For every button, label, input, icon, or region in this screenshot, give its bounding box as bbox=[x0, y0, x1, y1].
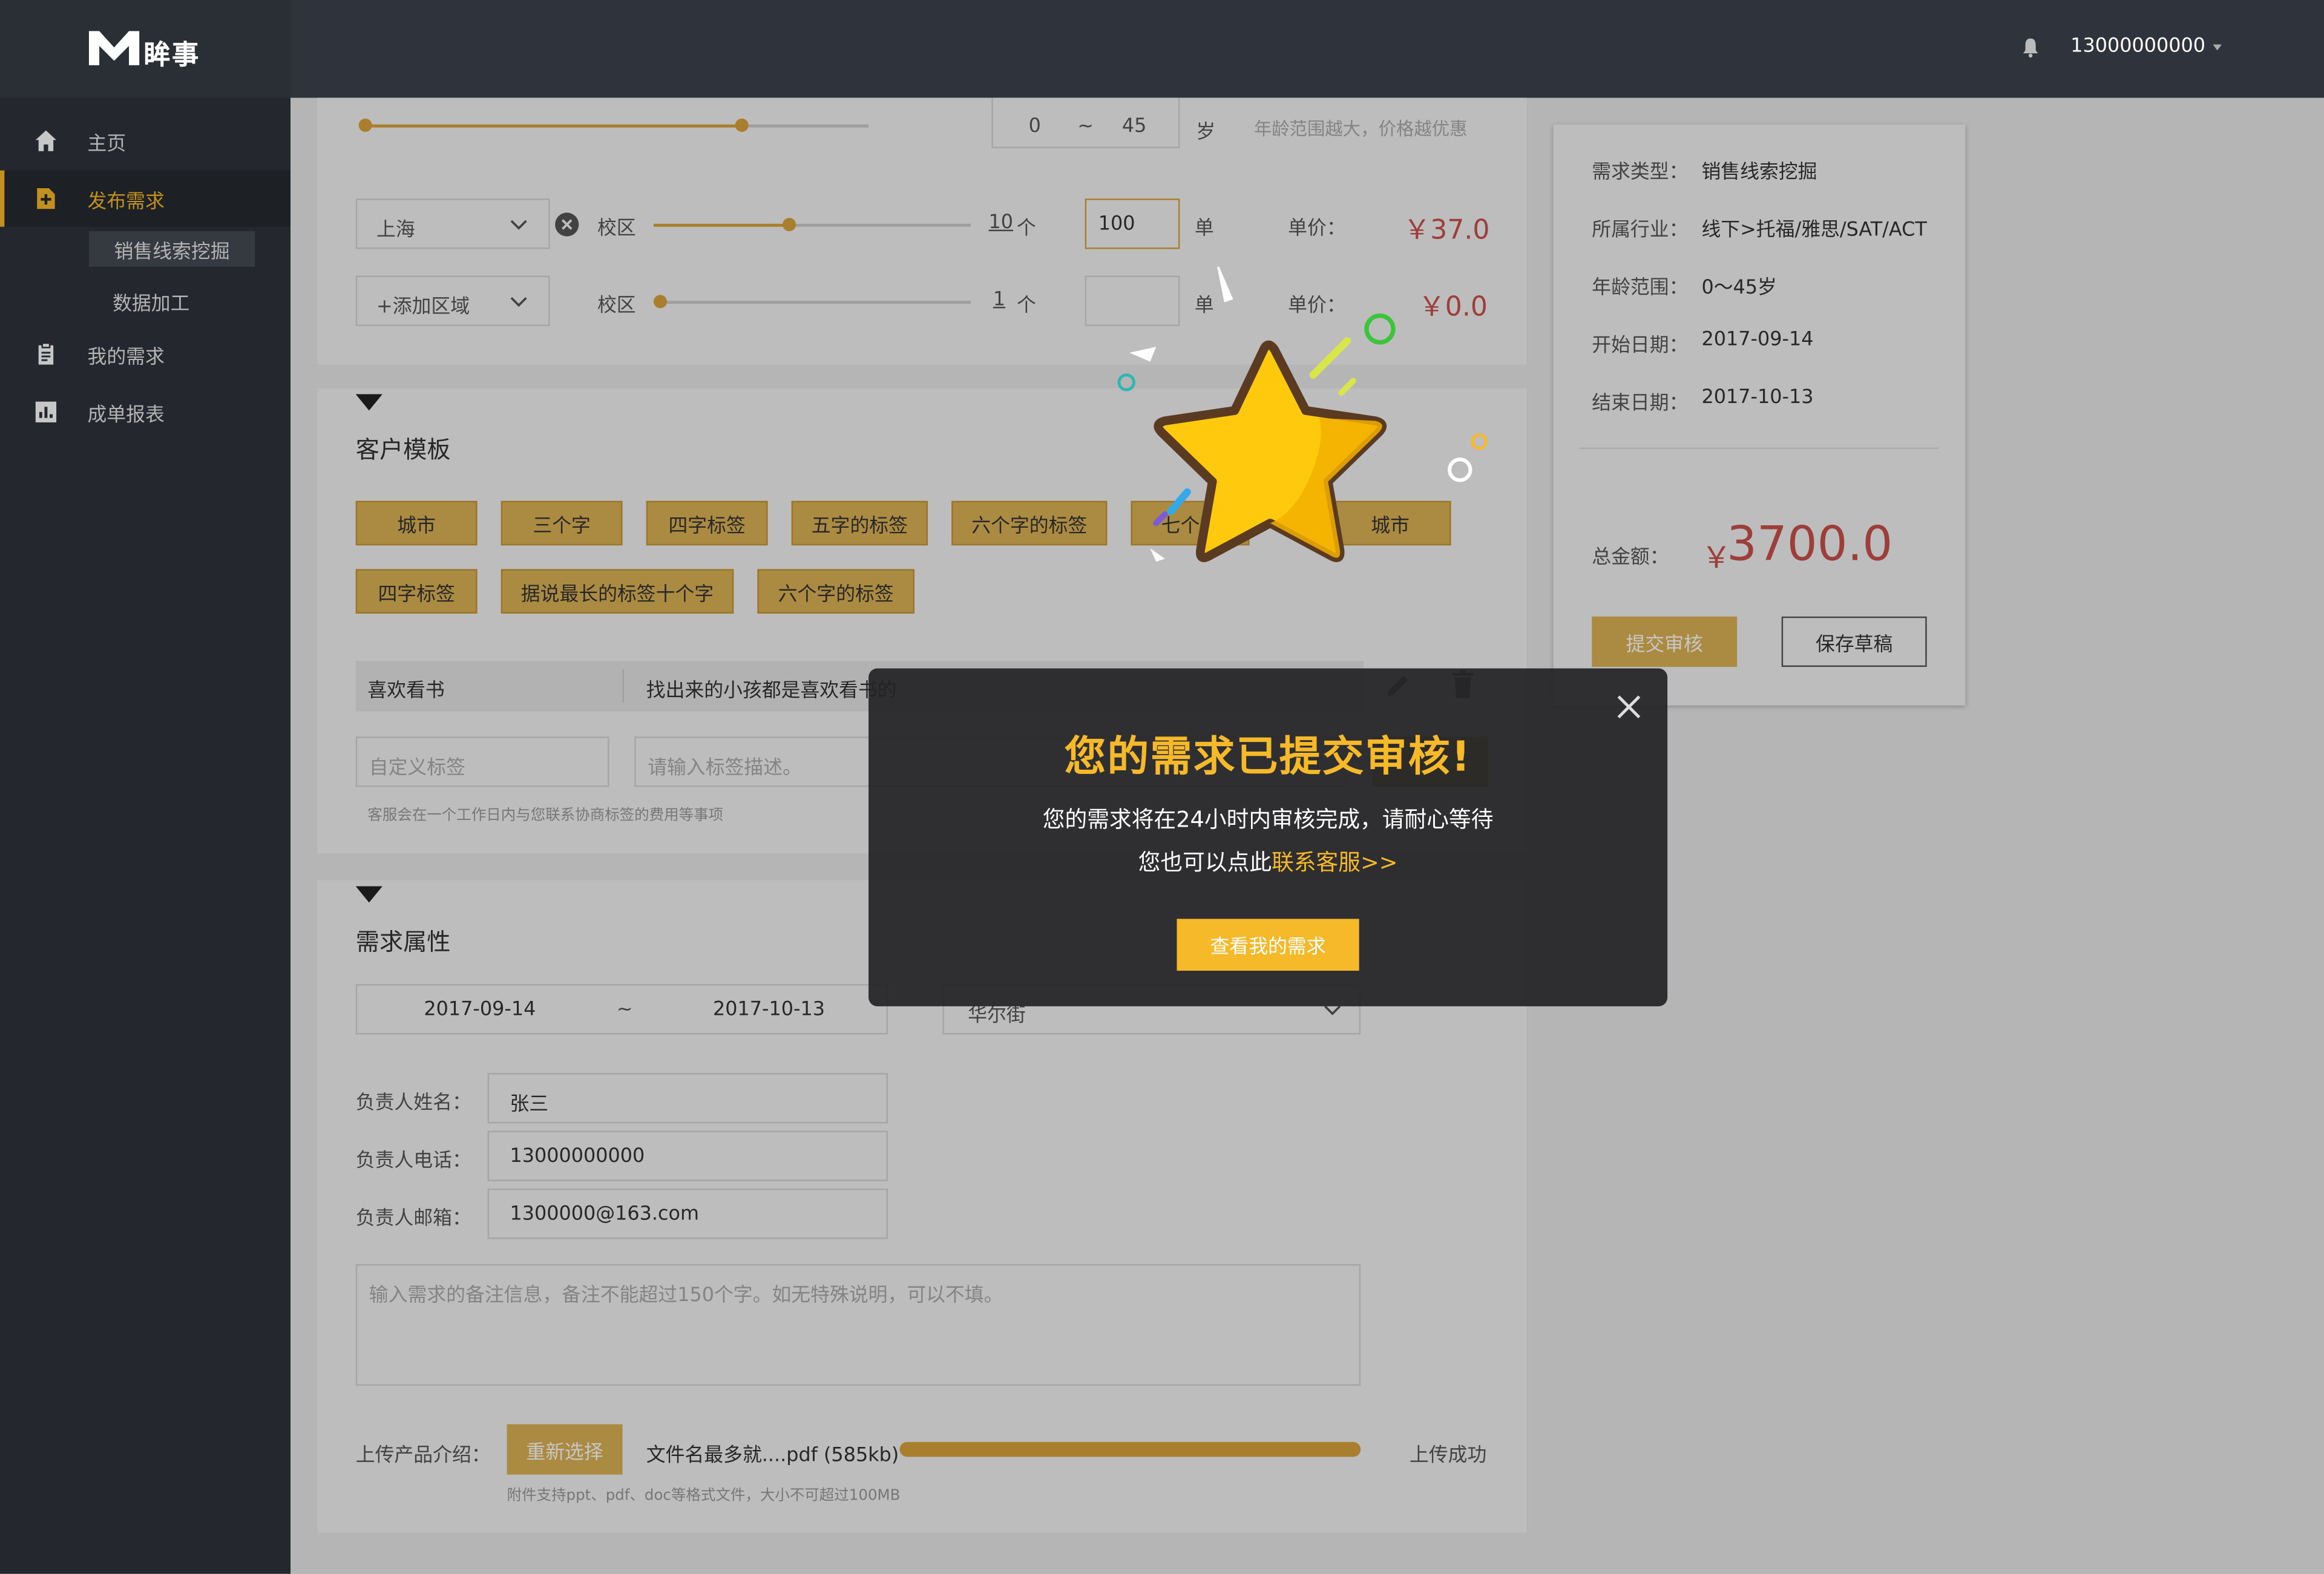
success-modal: 您的需求已提交审核! 您的需求将在24小时内审核完成，请耐心等待 您也可以点此联… bbox=[868, 668, 1668, 1006]
view-my-requests-button[interactable]: 查看我的需求 bbox=[1177, 919, 1359, 971]
modal-title: 您的需求已提交审核! bbox=[1064, 732, 1472, 781]
bell-icon[interactable] bbox=[2021, 37, 2039, 58]
user-phone[interactable]: 13000000000 bbox=[2070, 36, 2205, 58]
app-root: 眸事 主页 发布需求 销售线索挖掘 数据加工 我的需求 成单报表 1300000… bbox=[0, 0, 2324, 1574]
close-icon[interactable] bbox=[1617, 695, 1641, 719]
logo: 眸事 bbox=[0, 0, 291, 98]
modal-message-prefix: 您也可以点此 bbox=[1138, 849, 1272, 876]
modal-message-2: 您也可以点此联系客服>> bbox=[868, 846, 1667, 877]
modal-message: 您的需求将在24小时内审核完成，请耐心等待 bbox=[1042, 806, 1494, 833]
success-star-illustration bbox=[1117, 266, 1488, 562]
logo-text: 眸事 bbox=[143, 40, 200, 71]
chevron-down-icon[interactable] bbox=[2213, 44, 2222, 51]
top-bar bbox=[290, 0, 2324, 98]
logo-m-icon bbox=[88, 31, 140, 65]
contact-service-link[interactable]: 联系客服>> bbox=[1272, 849, 1398, 876]
